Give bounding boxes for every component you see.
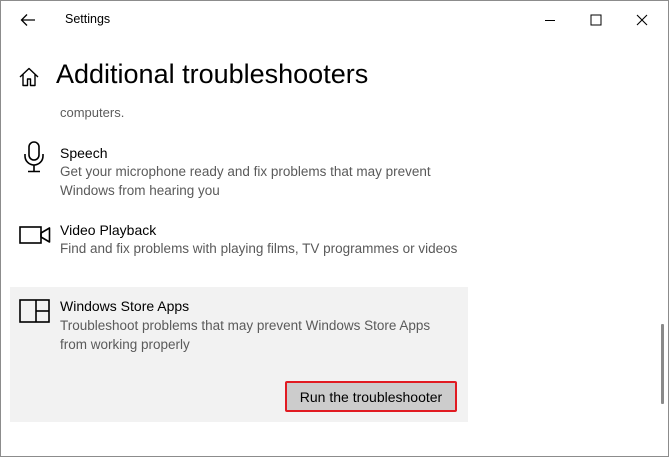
video-camera-icon — [19, 226, 51, 244]
video-icon-wrap — [19, 225, 51, 250]
item-description: Troubleshoot problems that may prevent W… — [60, 318, 431, 352]
scrollbar-thumb[interactable] — [661, 324, 664, 404]
home-button[interactable] — [18, 66, 42, 90]
item-name: Speech — [60, 145, 108, 161]
store-icon-wrap — [19, 299, 50, 328]
run-troubleshooter-label: Run the troubleshooter — [299, 388, 443, 405]
title-bar: Settings — [1, 1, 668, 39]
run-troubleshooter-button[interactable]: Run the troubleshooter — [285, 381, 457, 412]
item-name: Windows Store Apps — [60, 298, 190, 314]
minimize-icon — [545, 20, 555, 21]
item-description: Find and fix problems with playing films… — [60, 241, 458, 256]
back-arrow-icon — [20, 14, 35, 26]
app-title: Settings — [65, 12, 111, 26]
settings-window: Settings Additional troubleshooters ​ co… — [0, 0, 669, 457]
item-description: Get your microphone ready and fix proble… — [60, 164, 431, 198]
microphone-icon-wrap — [23, 141, 45, 178]
page-title: Additional troubleshooters — [56, 59, 369, 89]
previous-item-description: computers. — [60, 105, 125, 120]
close-button[interactable] — [619, 1, 665, 39]
store-apps-icon — [19, 299, 50, 323]
maximize-button[interactable] — [573, 1, 619, 39]
item-name: Video Playback — [60, 222, 157, 238]
minimize-button[interactable] — [527, 1, 573, 39]
close-icon — [636, 14, 648, 26]
microphone-icon — [24, 141, 44, 173]
troubleshooter-item-speech[interactable]: Speech Get your microphone ready and fix… — [10, 139, 468, 205]
troubleshooter-item-video-playback[interactable]: Video Playback Find and fix problems wit… — [10, 216, 468, 282]
back-button[interactable] — [15, 8, 41, 32]
maximize-icon — [590, 14, 602, 26]
home-icon — [19, 67, 39, 87]
